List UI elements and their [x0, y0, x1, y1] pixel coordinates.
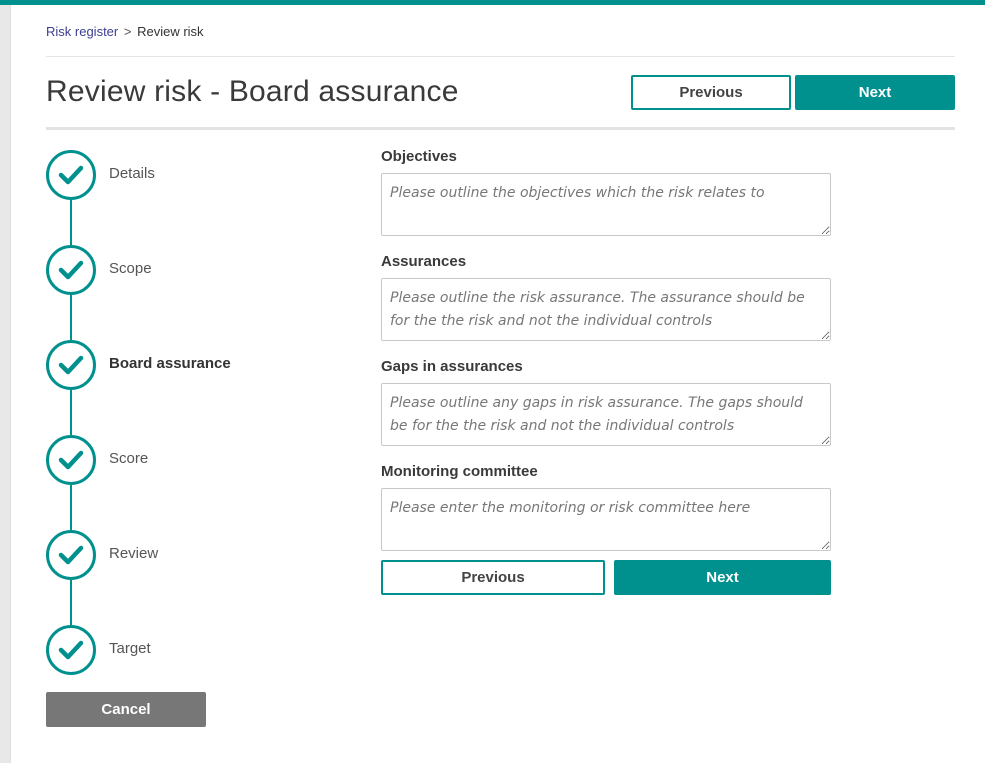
gaps-in-assurances-label: Gaps in assurances	[381, 358, 523, 375]
step-label: Review	[109, 545, 159, 562]
monitoring-committee-field[interactable]	[381, 488, 831, 551]
check-icon	[58, 165, 84, 185]
monitoring-committee-label: Monitoring committee	[381, 463, 538, 480]
step-check-circle	[46, 530, 96, 580]
check-icon	[58, 450, 84, 470]
breadcrumb-link-risk-register[interactable]: Risk register	[46, 24, 118, 39]
step-check-circle	[46, 435, 96, 485]
check-icon	[58, 545, 84, 565]
top-accent-bar	[0, 0, 985, 5]
divider	[46, 56, 955, 57]
page-title: Review risk - Board assurance	[46, 75, 459, 108]
step-label: Score	[109, 450, 149, 467]
breadcrumb-current: Review risk	[137, 24, 204, 39]
gaps-in-assurances-field[interactable]	[381, 383, 831, 446]
step-target[interactable]: Target	[46, 625, 306, 675]
objectives-field[interactable]	[381, 173, 831, 236]
left-edge-panel	[0, 5, 11, 763]
check-icon	[58, 640, 84, 660]
previous-button[interactable]: Previous	[631, 75, 791, 110]
step-label: Board assurance	[109, 355, 231, 372]
header-divider	[46, 127, 955, 130]
form-next-button[interactable]: Next	[614, 560, 831, 595]
objectives-label: Objectives	[381, 148, 457, 165]
next-button[interactable]: Next	[795, 75, 955, 110]
step-review[interactable]: Review	[46, 530, 306, 580]
form-previous-button[interactable]: Previous	[381, 560, 605, 595]
check-icon	[58, 355, 84, 375]
step-label: Details	[109, 165, 155, 182]
breadcrumb: Risk register > Review risk	[46, 24, 204, 39]
breadcrumb-separator: >	[123, 24, 132, 39]
step-check-circle	[46, 340, 96, 390]
step-check-circle	[46, 625, 96, 675]
step-check-circle	[46, 150, 96, 200]
assurances-field[interactable]	[381, 278, 831, 341]
check-icon	[58, 260, 84, 280]
step-check-circle	[46, 245, 96, 295]
step-scope[interactable]: Scope	[46, 245, 306, 295]
step-label: Scope	[109, 260, 152, 277]
assurances-label: Assurances	[381, 253, 467, 270]
step-board-assurance[interactable]: Board assurance	[46, 340, 306, 390]
step-label: Target	[109, 640, 151, 657]
cancel-button[interactable]: Cancel	[46, 692, 206, 727]
step-details[interactable]: Details	[46, 150, 306, 200]
step-score[interactable]: Score	[46, 435, 306, 485]
